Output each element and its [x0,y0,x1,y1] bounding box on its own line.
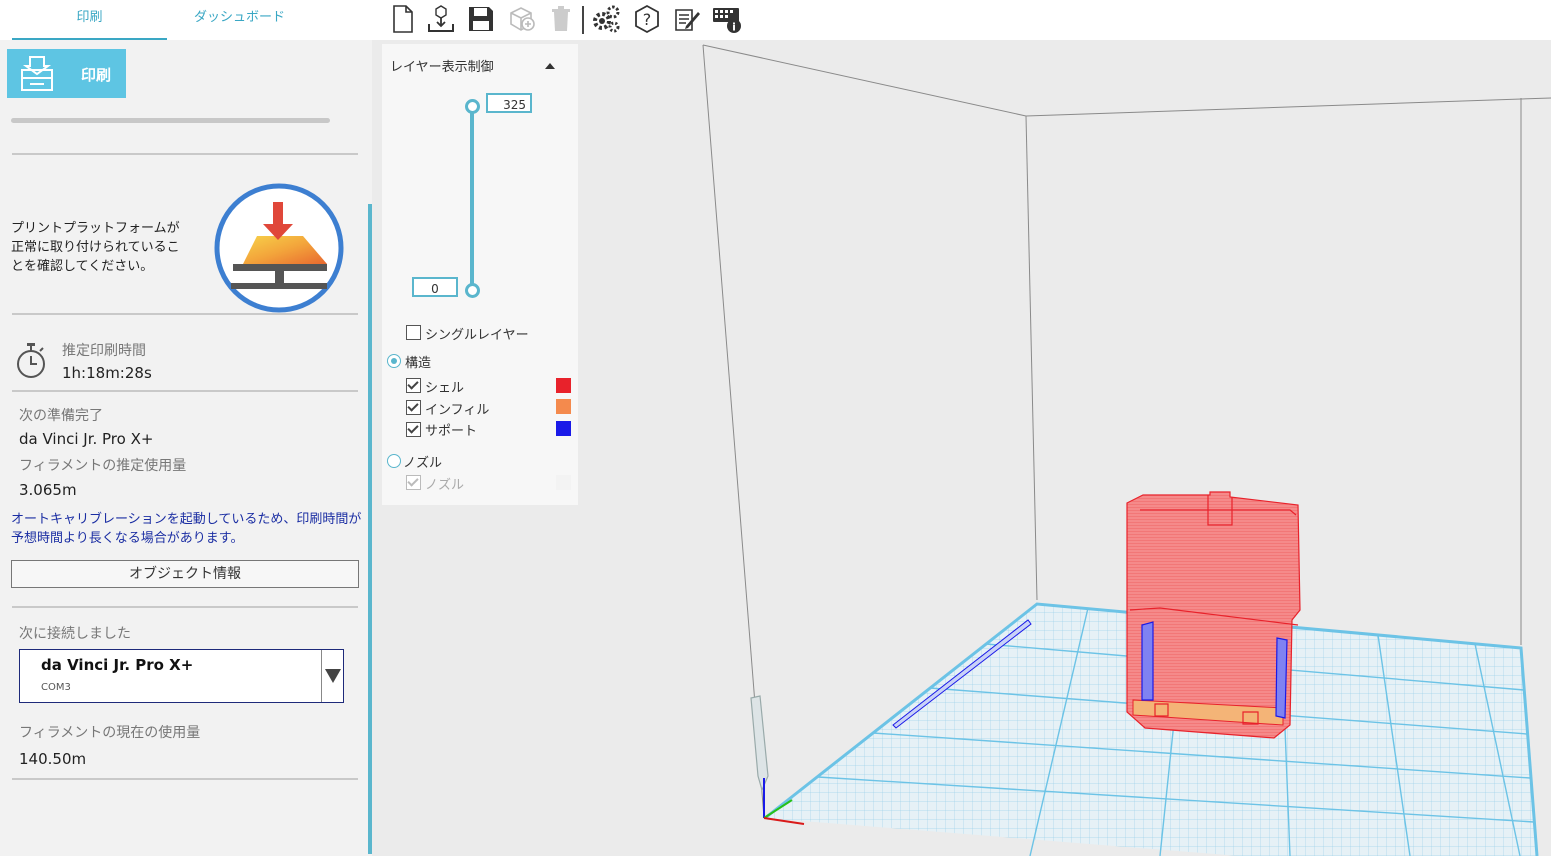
stopwatch-icon [17,343,45,378]
structure-label: 構造 [405,356,432,371]
import-icon[interactable] [426,4,456,34]
print-button[interactable]: 印刷 [7,49,126,98]
auto-calibration-note: オートキャリブレーションを起動しているため、印刷時間が予想時間より長くなる場合が… [11,512,362,546]
estimated-time-value: 1h:18m:28s [62,364,152,382]
nozzle-checkbox[interactable] [406,475,421,490]
svg-text:i: i [732,21,736,34]
layer-min-field[interactable]: 0 [412,277,458,297]
printer-icon [21,56,53,91]
keyboard-info-icon[interactable]: i [712,4,742,34]
support-color-swatch [556,421,571,436]
layer-display-panel: レイヤー表示制御 325 0 シングルレイヤー 構造 シェル インフィル サポー… [382,44,578,505]
nozzle-radio-label: ノズル [403,456,443,471]
infill-color-swatch [556,399,571,414]
single-layer-label: シングルレイヤー [425,328,529,343]
infill-checkbox[interactable] [406,400,421,415]
layer-panel-title: レイヤー表示制御 [390,60,494,75]
tab-print[interactable]: 印刷 [12,0,167,40]
connected-label: 次に接続しました [19,626,131,642]
toolbar-separator [582,6,584,34]
filament-current-value: 140.50m [19,750,87,768]
filament-estimate-value: 3.065m [19,481,77,499]
add-model-icon[interactable] [506,4,536,34]
single-layer-checkbox[interactable] [406,325,421,340]
layer-range-slider[interactable] [470,106,474,290]
build-platform-icon [214,183,344,313]
delete-icon[interactable] [546,4,576,34]
new-file-icon[interactable] [388,4,418,34]
save-icon[interactable] [466,4,496,34]
chevron-down-icon[interactable] [325,669,341,683]
printer-select-dropdown[interactable]: da Vinci Jr. Pro X+ COM3 [19,649,344,703]
3d-viewport[interactable] [578,40,1551,856]
support-label: サポート [425,424,478,439]
structure-radio[interactable] [387,354,401,368]
layer-min-handle[interactable] [465,283,480,298]
notes-icon[interactable] [672,4,702,34]
ready-label: 次の準備完了 [19,408,103,424]
infill-label: インフィル [425,403,490,418]
nozzle-radio[interactable] [387,454,401,468]
top-bar: 印刷 ダッシュボード ? i [0,0,1551,40]
object-info-button[interactable]: オブジェクト情報 [11,560,359,588]
help-icon[interactable]: ? [632,4,662,34]
divider [12,153,358,155]
sidebar-scrollbar[interactable] [368,204,372,854]
divider [12,778,358,780]
layer-max-field[interactable]: 325 [486,93,532,113]
nozzle-color-swatch [556,475,571,490]
print-sidebar: 印刷 プリントプラットフォームが正常に取り付けられていることを確認してください。… [0,40,372,856]
dropdown-divider [321,650,322,702]
model-preview [1126,491,1301,739]
svg-text:?: ? [643,10,652,29]
estimated-time-label: 推定印刷時間 [62,343,146,359]
settings-icon[interactable] [591,4,621,34]
filament-estimate-label: フィラメントの推定使用量 [19,458,187,474]
divider [12,606,358,608]
shell-color-swatch [556,378,571,393]
tab-dashboard[interactable]: ダッシュボード [167,0,312,38]
ready-printer: da Vinci Jr. Pro X+ [19,430,154,448]
collapse-arrow-icon[interactable] [545,63,555,69]
divider [12,313,358,315]
connected-printer-name: da Vinci Jr. Pro X+ [41,656,194,674]
print-button-label: 印刷 [81,66,112,84]
nozzle-check-label: ノズル [425,478,465,493]
connected-port: COM3 [41,682,71,693]
filament-current-label: フィラメントの現在の使用量 [19,725,201,741]
platform-message: プリントプラットフォームが正常に取り付けられていることを確認してください。 [11,221,180,274]
shell-label: シェル [425,381,465,396]
layer-max-handle[interactable] [465,99,480,114]
shell-checkbox[interactable] [406,378,421,393]
print-progress-bar [11,118,330,123]
support-checkbox[interactable] [406,422,421,437]
divider [12,390,358,392]
